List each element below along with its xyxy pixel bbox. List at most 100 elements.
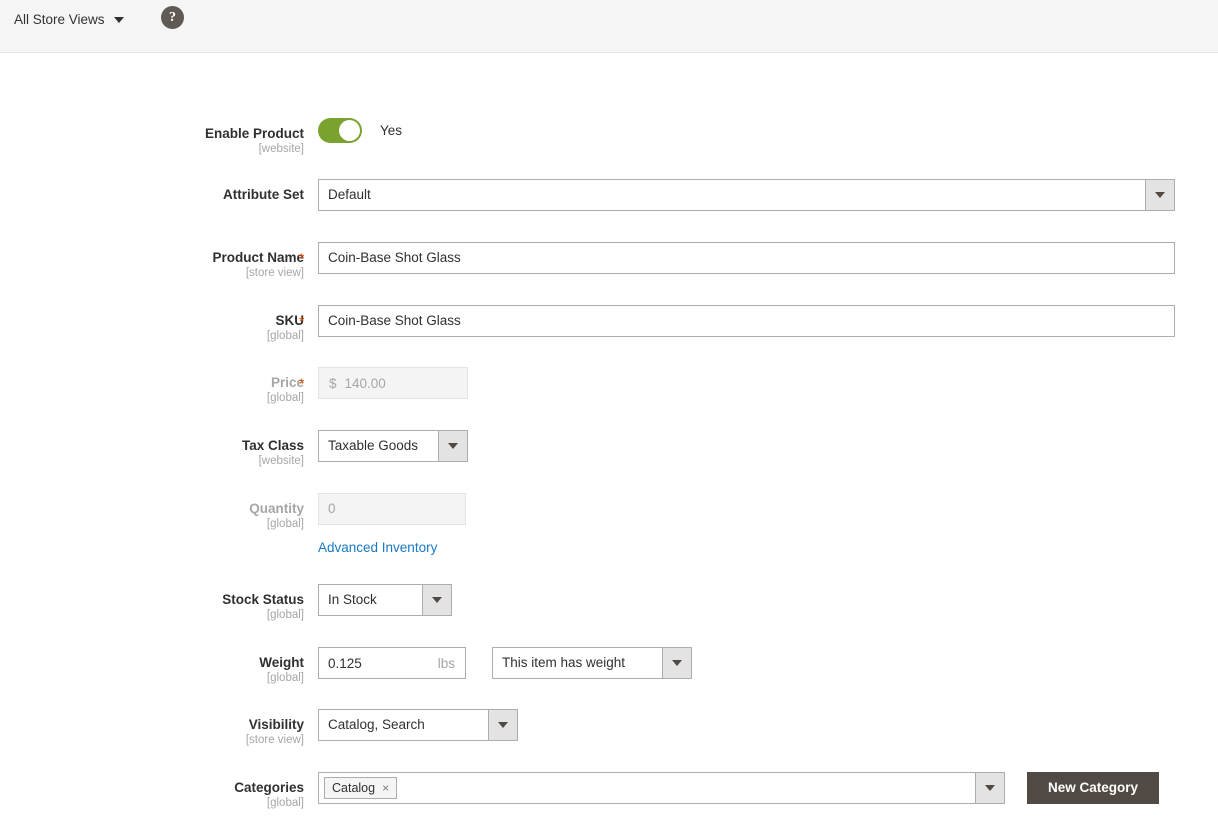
- close-icon[interactable]: ×: [382, 782, 389, 794]
- field-row-product-name: Product Name [store view] * Coin-Base Sh…: [0, 242, 1175, 281]
- enable-product-toggle[interactable]: [318, 118, 362, 143]
- tax-class-value: Taxable Goods: [328, 438, 419, 453]
- enable-product-label: Enable Product: [204, 126, 304, 141]
- help-icon[interactable]: ?: [161, 6, 184, 29]
- weight-label: Weight: [259, 655, 304, 670]
- field-row-tax-class: Tax Class [website] Taxable Goods: [0, 430, 468, 469]
- product-name-field: Coin-Base Shot Glass: [318, 242, 1175, 274]
- weight-field: 0.125 lbs This item has weight: [318, 647, 692, 679]
- chevron-down-icon: [1155, 192, 1165, 198]
- weight-type-select[interactable]: This item has weight: [492, 647, 692, 679]
- stock-status-value: In Stock: [328, 592, 377, 607]
- field-row-price: Price [global] * $ 140.00: [0, 367, 468, 406]
- store-view-switcher[interactable]: All Store Views: [14, 11, 124, 29]
- categories-dropdown-button[interactable]: [975, 773, 1004, 803]
- visibility-label-col: Visibility [store view]: [0, 709, 318, 748]
- stock-status-label-col: Stock Status [global]: [0, 584, 318, 623]
- product-name-scope: [store view]: [245, 267, 304, 279]
- categories-label: Categories: [234, 780, 304, 795]
- product-name-input[interactable]: Coin-Base Shot Glass: [318, 242, 1175, 274]
- visibility-select[interactable]: Catalog, Search: [318, 709, 518, 741]
- tax-class-dropdown-button[interactable]: [438, 431, 467, 461]
- categories-field: Catalog × New Category: [318, 772, 1160, 804]
- visibility-label: Visibility: [248, 717, 304, 732]
- quantity-input[interactable]: 0: [318, 493, 466, 525]
- weight-input[interactable]: 0.125 lbs: [318, 647, 466, 679]
- price-value: 140.00: [344, 375, 386, 391]
- categories-label-col: Categories [global]: [0, 772, 318, 811]
- tax-class-field: Taxable Goods: [318, 430, 468, 462]
- toggle-knob: [339, 120, 360, 141]
- attribute-set-select[interactable]: Default: [318, 179, 1175, 211]
- stock-status-dropdown-button[interactable]: [422, 585, 451, 615]
- advanced-inventory-link[interactable]: Advanced Inventory: [318, 539, 437, 557]
- attribute-set-dropdown-button[interactable]: [1145, 180, 1174, 210]
- categories-multiselect[interactable]: Catalog ×: [318, 772, 1005, 804]
- weight-unit-label: lbs: [437, 655, 455, 671]
- attribute-set-label-col: Attribute Set: [0, 179, 318, 203]
- stock-status-scope: [global]: [266, 609, 304, 621]
- field-row-enable-product: Enable Product [website] Yes: [0, 118, 402, 157]
- product-name-label: Product Name: [212, 250, 304, 265]
- product-name-label-col: Product Name [store view] *: [0, 242, 318, 281]
- tax-class-select[interactable]: Taxable Goods: [318, 430, 468, 462]
- chevron-down-icon: [672, 660, 682, 666]
- field-row-weight: Weight [global] 0.125 lbs This item has …: [0, 647, 692, 686]
- sku-field: Coin-Base Shot Glass: [318, 305, 1175, 337]
- enable-product-toggle-text: Yes: [380, 123, 403, 138]
- price-scope: [global]: [266, 392, 304, 404]
- weight-scope: [global]: [266, 672, 304, 684]
- enable-product-label-col: Enable Product [website]: [0, 118, 318, 157]
- admin-topbar: All Store Views ?: [0, 0, 1218, 53]
- sku-scope: [global]: [266, 330, 304, 342]
- quantity-field: 0 Advanced Inventory: [318, 493, 466, 557]
- categories-chip-area[interactable]: Catalog ×: [319, 773, 975, 803]
- price-label-col: Price [global] *: [0, 367, 318, 406]
- tax-class-label-col: Tax Class [website]: [0, 430, 318, 469]
- sku-label: SKU: [275, 313, 304, 328]
- quantity-label-col: Quantity [global]: [0, 493, 318, 532]
- weight-type-value: This item has weight: [502, 655, 626, 670]
- stock-status-label: Stock Status: [222, 592, 304, 607]
- tax-class-label: Tax Class: [241, 438, 304, 453]
- chevron-down-icon: [985, 785, 995, 791]
- stock-status-field: In Stock: [318, 584, 452, 616]
- field-row-categories: Categories [global] Catalog × New Catego…: [0, 772, 1160, 811]
- product-name-required-asterisk: *: [299, 250, 305, 266]
- chevron-down-icon: [432, 597, 442, 603]
- price-currency-symbol: $: [329, 375, 337, 391]
- sku-label-col: SKU [global] *: [0, 305, 318, 344]
- category-chip-label: Catalog: [332, 781, 376, 795]
- chevron-down-icon: [498, 722, 508, 728]
- enable-product-field: Yes: [318, 118, 402, 143]
- price-label: Price: [270, 375, 304, 390]
- attribute-set-value: Default: [328, 187, 371, 202]
- field-row-visibility: Visibility [store view] Catalog, Search: [0, 709, 518, 748]
- weight-label-col: Weight [global]: [0, 647, 318, 686]
- visibility-field: Catalog, Search: [318, 709, 518, 741]
- field-row-stock-status: Stock Status [global] In Stock: [0, 584, 452, 623]
- sku-input[interactable]: Coin-Base Shot Glass: [318, 305, 1175, 337]
- sku-required-asterisk: *: [299, 313, 305, 329]
- attribute-set-field: Default: [318, 179, 1175, 211]
- weight-type-dropdown-button[interactable]: [662, 648, 691, 678]
- quantity-scope: [global]: [266, 518, 304, 530]
- attribute-set-label: Attribute Set: [223, 187, 304, 202]
- chevron-down-icon: [448, 443, 458, 449]
- field-row-attribute-set: Attribute Set Default: [0, 179, 1175, 211]
- store-view-label: All Store Views: [14, 12, 105, 27]
- visibility-value: Catalog, Search: [328, 717, 425, 732]
- price-required-asterisk: *: [299, 375, 305, 391]
- field-row-quantity: Quantity [global] 0 Advanced Inventory: [0, 493, 466, 557]
- tax-class-scope: [website]: [258, 455, 304, 467]
- stock-status-select[interactable]: In Stock: [318, 584, 452, 616]
- chevron-down-icon: [113, 17, 124, 23]
- quantity-label: Quantity: [249, 501, 304, 516]
- visibility-dropdown-button[interactable]: [488, 710, 517, 740]
- category-chip[interactable]: Catalog ×: [324, 777, 398, 799]
- price-input[interactable]: $ 140.00: [318, 367, 468, 399]
- new-category-button[interactable]: New Category: [1027, 772, 1160, 804]
- visibility-scope: [store view]: [245, 734, 304, 746]
- categories-scope: [global]: [266, 797, 304, 809]
- enable-product-scope: [website]: [258, 143, 304, 155]
